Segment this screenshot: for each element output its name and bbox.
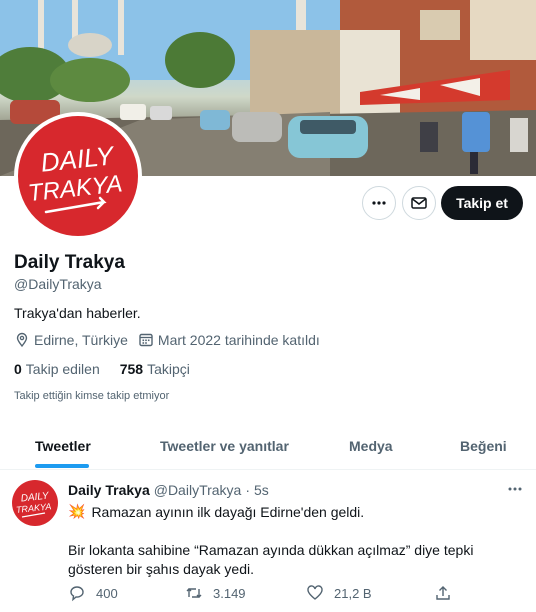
heart-icon xyxy=(307,585,323,600)
profile-handle: @DailyTrakya xyxy=(14,276,102,292)
message-button[interactable] xyxy=(402,186,436,220)
more-options-button[interactable] xyxy=(362,186,396,220)
like-count: 21,2 B xyxy=(334,585,372,601)
following-count: 0 xyxy=(14,361,22,377)
retweet-icon xyxy=(186,588,202,598)
tab-media[interactable]: Medya xyxy=(349,438,393,454)
followers-link[interactable]: 758 Takipçi xyxy=(120,361,190,377)
tweet-headline: Ramazan ayının ilk dayağı Edirne'den gel… xyxy=(91,503,365,520)
share-button[interactable] xyxy=(434,584,462,602)
active-tab-indicator xyxy=(35,464,89,468)
tweet-time[interactable]: 5s xyxy=(254,482,269,498)
follow-notice: Takip ettiğin kimse takip etmiyor xyxy=(14,390,170,402)
tweet-author-name[interactable]: Daily Trakya xyxy=(68,482,150,498)
following-link[interactable]: 0 Takip edilen xyxy=(14,361,100,377)
share-icon xyxy=(436,586,450,600)
tweet-header: Daily Trakya @DailyTrakya · 5s xyxy=(68,482,269,498)
reply-icon xyxy=(70,586,84,602)
following-label: Takip edilen xyxy=(25,361,100,377)
retweet-button[interactable]: 3.149 xyxy=(185,584,246,602)
tweet-avatar[interactable]: DAILY TRAKYA xyxy=(12,480,58,526)
followers-count: 758 xyxy=(119,361,144,377)
more-icon xyxy=(508,487,522,491)
reply-button[interactable]: 400 xyxy=(68,584,118,602)
location-text: Edirne, Türkiye xyxy=(34,332,128,348)
profile-avatar[interactable]: DAILY TRAKYA xyxy=(14,112,142,240)
tweet-text-line1: 💥 Ramazan ayının ilk dayağı Edirne'den g… xyxy=(68,503,364,520)
retweet-count: 3.149 xyxy=(213,585,246,601)
mail-icon xyxy=(411,197,427,209)
like-button[interactable]: 21,2 B xyxy=(306,584,372,602)
profile-tabs: Tweetler Tweetler ve yanıtlar Medya Beğe… xyxy=(0,418,536,470)
profile-meta: Edirne, Türkiye Mart 2022 tarihinde katı… xyxy=(14,332,330,348)
tweet-separator: · xyxy=(245,482,251,498)
tweet-author-handle[interactable]: @DailyTrakya xyxy=(154,482,242,498)
location-icon xyxy=(16,332,28,348)
tweet-text-body: Bir lokanta sahibine “Ramazan ayında dük… xyxy=(68,542,474,577)
profile-bio: Trakya'dan haberler. xyxy=(14,305,141,321)
tab-tweets-replies[interactable]: Tweetler ve yanıtlar xyxy=(160,438,289,454)
profile-location: Edirne, Türkiye xyxy=(14,332,128,348)
tab-tweets[interactable]: Tweetler xyxy=(35,438,91,454)
profile-stats: 0 Takip edilen 758 Takipçi xyxy=(14,361,210,377)
follow-button[interactable]: Takip et xyxy=(441,186,523,220)
profile-joined: Mart 2022 tarihinde katıldı xyxy=(138,332,320,348)
joined-text: Mart 2022 tarihinde katıldı xyxy=(157,332,320,348)
profile-name: Daily Trakya xyxy=(14,252,125,273)
more-icon xyxy=(372,201,386,205)
followers-label: Takipçi xyxy=(147,361,190,377)
avatar-logo: DAILY TRAKYA xyxy=(18,116,138,236)
calendar-icon xyxy=(139,333,153,347)
tweet-more-button[interactable] xyxy=(506,482,524,501)
reply-count: 400 xyxy=(96,585,118,601)
tab-likes[interactable]: Beğeni xyxy=(460,438,507,454)
explosion-emoji-icon: 💥 xyxy=(68,503,86,519)
